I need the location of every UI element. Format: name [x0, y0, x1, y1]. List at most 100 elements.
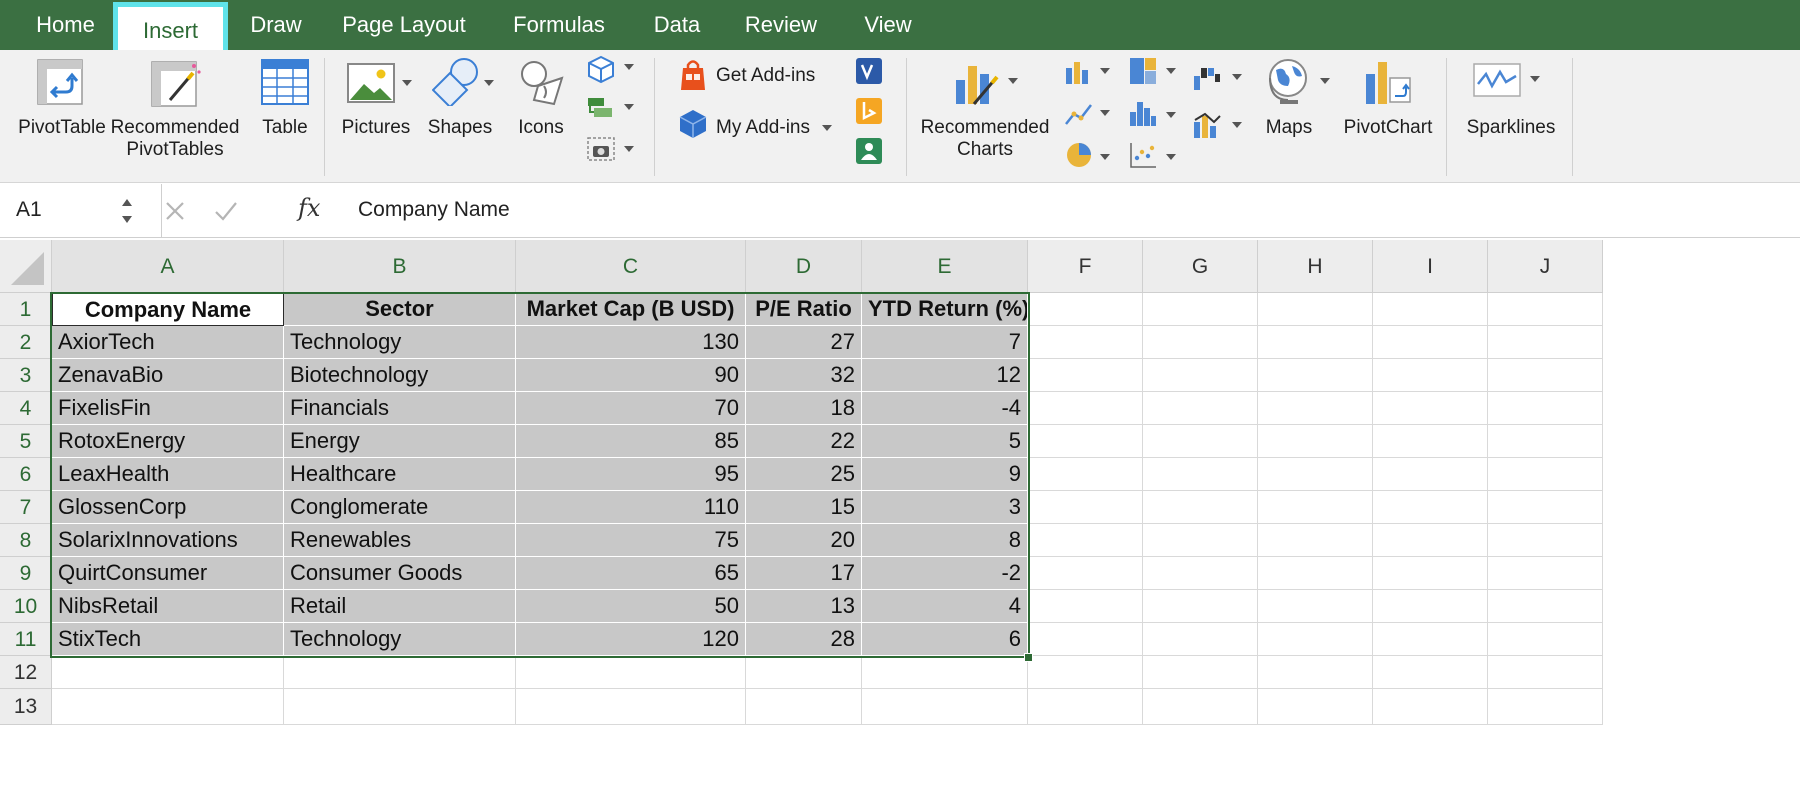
empty-cell[interactable]: [1373, 590, 1488, 623]
table-cell[interactable]: NibsRetail: [52, 590, 284, 623]
column-header-j[interactable]: J: [1488, 240, 1603, 293]
tab-view[interactable]: View: [846, 0, 930, 50]
empty-cell[interactable]: [1258, 590, 1373, 623]
table-cell[interactable]: 50: [516, 590, 746, 623]
table-cell[interactable]: 32: [746, 359, 862, 392]
table-cell[interactable]: 7: [862, 326, 1028, 359]
formula-content[interactable]: Company Name: [358, 198, 510, 222]
get-addins-button[interactable]: Get Add-ins: [676, 56, 836, 96]
fill-handle[interactable]: [1024, 653, 1033, 662]
line-chart-button[interactable]: [1062, 96, 1114, 132]
table-cell[interactable]: Conglomerate: [284, 491, 516, 524]
table-cell[interactable]: Consumer Goods: [284, 557, 516, 590]
confirm-entry-icon[interactable]: [212, 194, 240, 231]
table-cell[interactable]: 25: [746, 458, 862, 491]
empty-cell[interactable]: [1373, 458, 1488, 491]
table-cell[interactable]: 13: [746, 590, 862, 623]
row-header-10[interactable]: 10: [0, 590, 52, 623]
table-cell[interactable]: 95: [516, 458, 746, 491]
pictures-button[interactable]: Pictures: [336, 50, 426, 183]
empty-cell[interactable]: [1028, 359, 1143, 392]
visio-button[interactable]: [852, 54, 888, 90]
empty-cell[interactable]: [284, 656, 516, 689]
empty-cell[interactable]: [1488, 326, 1603, 359]
empty-cell[interactable]: [1028, 458, 1143, 491]
table-cell[interactable]: Energy: [284, 425, 516, 458]
empty-cell[interactable]: [1143, 557, 1258, 590]
shapes-button[interactable]: Shapes: [428, 50, 508, 183]
empty-cell[interactable]: [1373, 557, 1488, 590]
empty-cell[interactable]: [1143, 524, 1258, 557]
column-header-i[interactable]: I: [1373, 240, 1488, 293]
empty-cell[interactable]: [1143, 359, 1258, 392]
empty-cell[interactable]: [1488, 656, 1603, 689]
pie-chart-button[interactable]: [1062, 138, 1114, 174]
empty-cell[interactable]: [1373, 359, 1488, 392]
row-header-5[interactable]: 5: [0, 425, 52, 458]
empty-cell[interactable]: [1143, 491, 1258, 524]
empty-cell[interactable]: [1373, 392, 1488, 425]
column-chart-button[interactable]: [1062, 54, 1114, 90]
table-cell[interactable]: SolarixInnovations: [52, 524, 284, 557]
empty-cell[interactable]: [1488, 524, 1603, 557]
empty-cell[interactable]: [1258, 524, 1373, 557]
table-cell[interactable]: Technology: [284, 623, 516, 656]
column-header-b[interactable]: B: [284, 240, 516, 293]
table-cell[interactable]: Renewables: [284, 524, 516, 557]
waterfall-chart-button[interactable]: [1190, 60, 1244, 96]
empty-cell[interactable]: [1143, 425, 1258, 458]
row-header-9[interactable]: 9: [0, 557, 52, 590]
table-cell[interactable]: 28: [746, 623, 862, 656]
empty-cell[interactable]: [1028, 656, 1143, 689]
table-cell[interactable]: 3: [862, 491, 1028, 524]
pivotchart-button[interactable]: PivotChart: [1336, 50, 1440, 183]
table-cell[interactable]: 4: [862, 590, 1028, 623]
row-header-12[interactable]: 12: [0, 656, 52, 689]
empty-cell[interactable]: [1143, 458, 1258, 491]
empty-cell[interactable]: [862, 689, 1028, 725]
empty-cell[interactable]: [1258, 557, 1373, 590]
table-cell[interactable]: 27: [746, 326, 862, 359]
name-box[interactable]: A1: [0, 184, 162, 238]
empty-cell[interactable]: [746, 689, 862, 725]
tab-page-layout[interactable]: Page Layout: [326, 0, 482, 50]
row-header-13[interactable]: 13: [0, 689, 52, 725]
table-cell[interactable]: Retail: [284, 590, 516, 623]
table-cell[interactable]: LeaxHealth: [52, 458, 284, 491]
empty-cell[interactable]: [1373, 326, 1488, 359]
my-addins-button[interactable]: My Add-ins: [676, 106, 846, 146]
column-header-h[interactable]: H: [1258, 240, 1373, 293]
column-header-f[interactable]: F: [1028, 240, 1143, 293]
hierarchy-chart-button[interactable]: [1126, 54, 1178, 90]
empty-cell[interactable]: [1028, 590, 1143, 623]
empty-cell[interactable]: [1258, 689, 1373, 725]
empty-cell[interactable]: [1028, 392, 1143, 425]
table-cell[interactable]: 18: [746, 392, 862, 425]
empty-cell[interactable]: [1488, 689, 1603, 725]
row-header-8[interactable]: 8: [0, 524, 52, 557]
column-header-e[interactable]: E: [862, 240, 1028, 293]
row-header-1[interactable]: 1: [0, 293, 52, 326]
empty-cell[interactable]: [1488, 392, 1603, 425]
empty-cell[interactable]: [1028, 524, 1143, 557]
select-all-corner[interactable]: [0, 240, 52, 293]
empty-cell[interactable]: [1373, 524, 1488, 557]
tab-data[interactable]: Data: [636, 0, 718, 50]
empty-cell[interactable]: [1143, 590, 1258, 623]
table-cell[interactable]: 85: [516, 425, 746, 458]
statistic-chart-button[interactable]: [1126, 96, 1178, 132]
table-cell[interactable]: 70: [516, 392, 746, 425]
table-cell[interactable]: 20: [746, 524, 862, 557]
table-cell[interactable]: Technology: [284, 326, 516, 359]
empty-cell[interactable]: [1373, 623, 1488, 656]
table-cell[interactable]: ZenavaBio: [52, 359, 284, 392]
empty-cell[interactable]: [1488, 623, 1603, 656]
table-cell[interactable]: 15: [746, 491, 862, 524]
empty-cell[interactable]: [1258, 359, 1373, 392]
sparklines-button[interactable]: Sparklines: [1456, 50, 1566, 183]
row-header-7[interactable]: 7: [0, 491, 52, 524]
tab-draw[interactable]: Draw: [226, 0, 326, 50]
table-header-cell[interactable]: Company Name: [52, 293, 284, 326]
empty-cell[interactable]: [1373, 425, 1488, 458]
empty-cell[interactable]: [52, 656, 284, 689]
